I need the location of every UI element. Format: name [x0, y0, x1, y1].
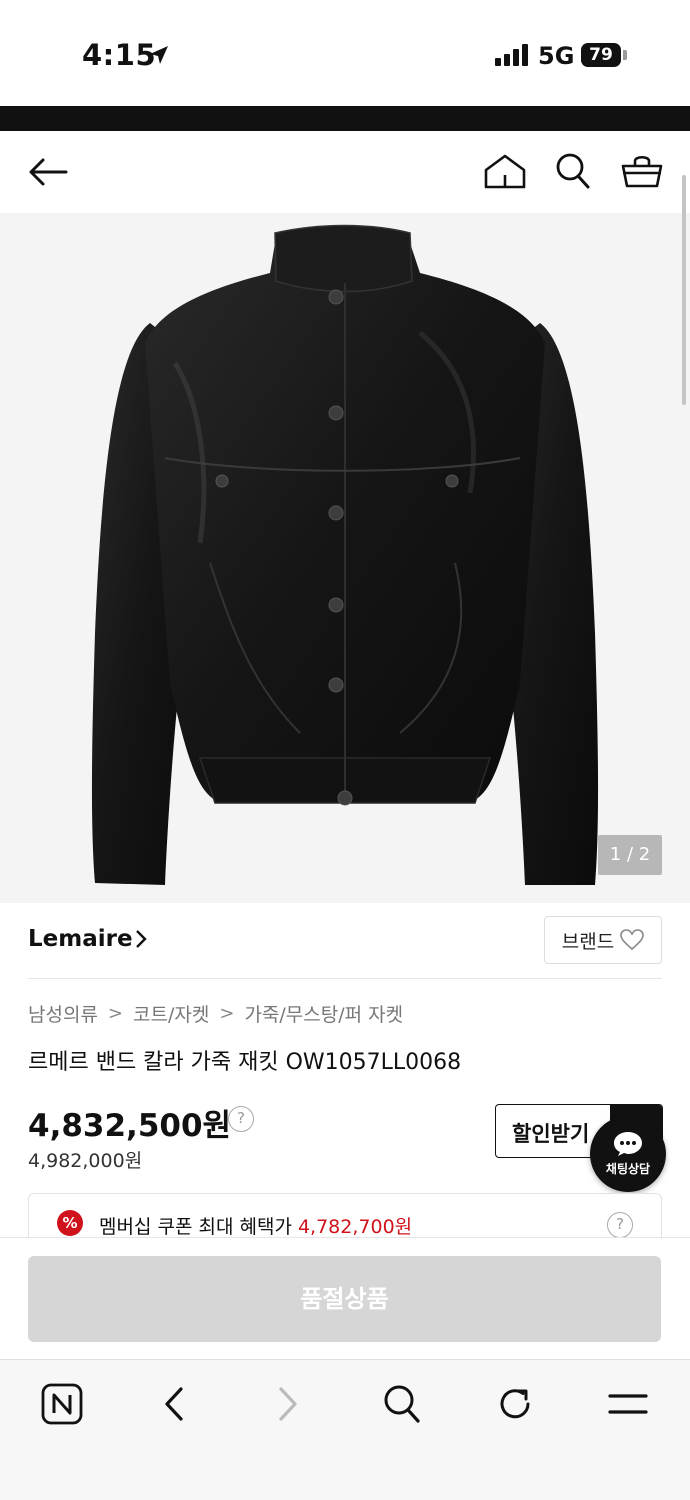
signal-icon	[495, 44, 528, 66]
brand-row: Lemaire 브랜드	[28, 914, 662, 966]
coupon-price: 4,782,700원	[297, 1216, 413, 1238]
product-title: 르메르 밴드 칼라 가죽 재킷 OW1057LL0068	[28, 1050, 462, 1075]
image-counter: 1 / 2	[598, 835, 662, 875]
status-time: 4:15	[82, 38, 157, 72]
breadcrumb-separator: >	[107, 1003, 124, 1024]
original-price: 4,982,000원	[28, 1150, 143, 1172]
back-arrow-icon[interactable]	[26, 152, 70, 192]
brand-button-label: 브랜드	[561, 930, 615, 953]
top-banner-strip	[0, 106, 690, 131]
breadcrumb: 남성의류 > 코트/자켓 > 가죽/무스탕/퍼 자켓	[28, 1000, 403, 1027]
divider	[28, 978, 662, 979]
discount-button-label: 할인받기	[512, 1122, 590, 1146]
page-scrollbar[interactable]	[682, 175, 686, 405]
status-bar: 4:15 5G 79	[0, 0, 690, 106]
search-icon[interactable]	[553, 150, 593, 192]
breadcrumb-separator: >	[219, 1003, 235, 1024]
heart-icon	[620, 929, 645, 951]
brand-like-button[interactable]: 브랜드	[544, 916, 662, 964]
sold-out-button[interactable]: 품절상품	[28, 1256, 661, 1342]
price-row: 4,832,500원 ? 4,982,000원 할인받기	[28, 1100, 663, 1180]
naver-n-icon[interactable]	[38, 1380, 86, 1428]
coupon-text: 멤버십 쿠폰 최대 혜택가 4,782,700원	[99, 1212, 412, 1239]
chat-consult-button[interactable]: 채팅상담	[590, 1116, 666, 1192]
battery-icon: 79	[581, 43, 621, 67]
home-icon[interactable]	[482, 151, 528, 191]
product-image[interactable]: 1 / 2	[0, 213, 690, 903]
chat-label: 채팅상담	[605, 1162, 651, 1176]
back-chevron-icon[interactable]	[150, 1380, 198, 1428]
forward-chevron-icon[interactable]	[264, 1380, 312, 1428]
breadcrumb-item[interactable]: 가죽/무스탕/퍼 자켓	[244, 1000, 403, 1027]
breadcrumb-item[interactable]: 코트/자켓	[133, 1000, 209, 1027]
coupon-help-icon[interactable]: ?	[607, 1212, 633, 1238]
location-arrow-icon	[150, 46, 168, 64]
sale-price: 4,832,500원	[28, 1108, 232, 1144]
breadcrumb-item[interactable]: 남성의류	[28, 1000, 98, 1027]
chevron-right-icon[interactable]	[134, 928, 148, 950]
coupon-label: 멤버십 쿠폰 최대 혜택가	[99, 1216, 292, 1238]
percent-icon: %	[57, 1210, 83, 1236]
network-type: 5G	[538, 42, 575, 70]
search-icon[interactable]	[378, 1380, 426, 1428]
browser-toolbar	[0, 1359, 690, 1500]
menu-icon[interactable]	[604, 1380, 652, 1428]
battery-cap	[623, 50, 627, 60]
refresh-icon[interactable]	[491, 1380, 539, 1428]
cart-icon[interactable]	[618, 150, 666, 192]
leather-jacket-image	[91, 224, 599, 885]
brand-name-link[interactable]: Lemaire	[28, 926, 133, 952]
bottom-cta-panel: 품절상품	[0, 1237, 690, 1359]
price-help-icon[interactable]: ?	[228, 1106, 254, 1132]
chat-bubble-icon	[614, 1132, 642, 1156]
app-header	[0, 131, 690, 213]
